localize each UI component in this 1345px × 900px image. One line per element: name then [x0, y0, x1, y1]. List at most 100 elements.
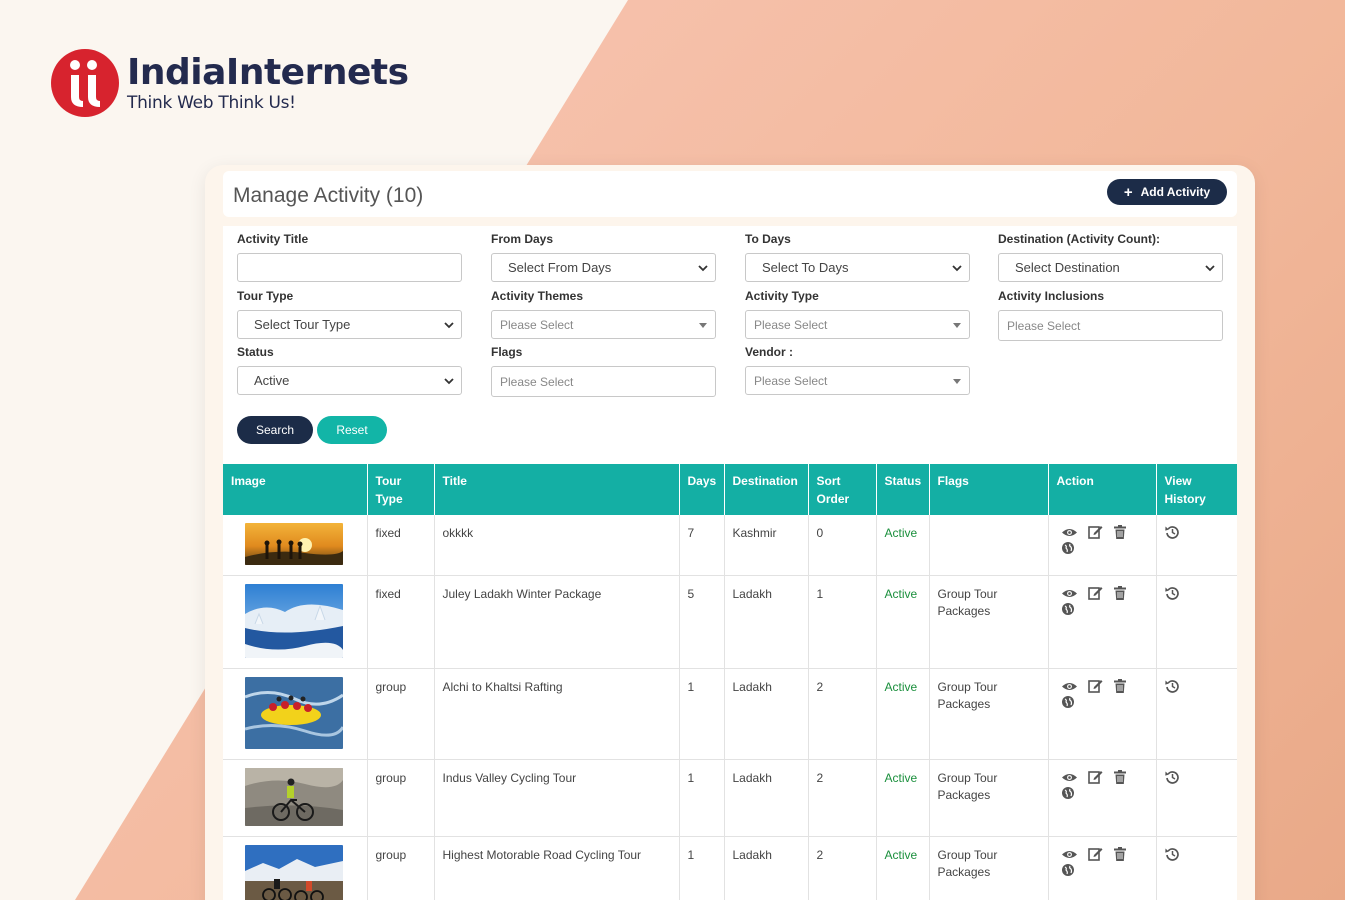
destination-field: Destination (Activity Count): Select Des…	[998, 232, 1223, 282]
table-header-row: Image Tour Type Title Days Destination S…	[223, 464, 1237, 515]
table-row: group Highest Motorable Road Cycling Tou…	[223, 836, 1237, 900]
activity-title-input[interactable]	[237, 253, 462, 282]
caret-down-icon	[953, 323, 961, 328]
search-button[interactable]: Search	[237, 416, 313, 444]
to-days-value: Select To Days	[762, 260, 849, 275]
activity-themes-field: Activity Themes Please Select	[491, 289, 716, 339]
chevron-down-icon	[698, 265, 708, 272]
activity-themes-select[interactable]: Please Select	[491, 310, 716, 339]
filter-form: Activity Title From Days Select From Day…	[223, 226, 1237, 466]
history-icon[interactable]	[1164, 847, 1180, 861]
action-cell	[1048, 836, 1157, 900]
image-cell	[223, 515, 368, 576]
title-cell: Juley Ladakh Winter Package	[434, 575, 680, 669]
destination-value: Select Destination	[1015, 260, 1120, 275]
activity-table: Image Tour Type Title Days Destination S…	[223, 464, 1237, 900]
globe-icon[interactable]	[1061, 603, 1074, 615]
activity-thumbnail[interactable]	[245, 584, 343, 658]
brand-logo: IndiaInternets Think Web Think Us!	[51, 49, 409, 117]
tour-type-cell: group	[367, 759, 435, 837]
destination-cell: Ladakh	[724, 836, 809, 900]
status-value: Active	[254, 373, 290, 388]
activity-thumbnail[interactable]	[245, 768, 343, 826]
from-days-select[interactable]: Select From Days	[491, 253, 716, 282]
history-cell	[1156, 575, 1237, 669]
to-days-select[interactable]: Select To Days	[745, 253, 970, 282]
activity-inclusions-input[interactable]: Please Select	[998, 310, 1223, 341]
activity-inclusions-placeholder: Please Select	[1007, 318, 1081, 333]
column-header[interactable]: Action	[1048, 464, 1157, 515]
globe-icon[interactable]	[1061, 787, 1074, 799]
status-cell: Active	[876, 759, 930, 837]
activity-type-select[interactable]: Please Select	[745, 310, 970, 339]
history-icon[interactable]	[1164, 770, 1180, 784]
action-cell	[1048, 759, 1157, 837]
caret-down-icon	[699, 323, 707, 328]
tour-type-select[interactable]: Select Tour Type	[237, 310, 462, 339]
table-row: group Indus Valley Cycling Tour 1 Ladakh…	[223, 759, 1237, 837]
history-cell	[1156, 836, 1237, 900]
status-cell: Active	[876, 836, 930, 900]
trash-icon[interactable]	[1113, 525, 1126, 539]
activity-thumbnail[interactable]	[245, 677, 343, 749]
history-icon[interactable]	[1164, 679, 1180, 693]
image-cell	[223, 759, 368, 837]
activity-themes-label: Activity Themes	[491, 289, 584, 303]
globe-icon[interactable]	[1061, 542, 1074, 554]
eye-icon[interactable]	[1061, 849, 1077, 860]
activity-type-label: Activity Type	[745, 289, 819, 303]
globe-icon[interactable]	[1061, 696, 1074, 708]
globe-icon[interactable]	[1061, 864, 1074, 876]
edit-icon[interactable]	[1087, 847, 1103, 861]
edit-icon[interactable]	[1087, 586, 1103, 600]
edit-icon[interactable]	[1087, 525, 1103, 539]
eye-icon[interactable]	[1061, 681, 1077, 692]
column-header[interactable]: Destination	[724, 464, 809, 515]
edit-icon[interactable]	[1087, 770, 1103, 784]
flags-label: Flags	[491, 345, 523, 359]
column-header[interactable]: Title	[434, 464, 680, 515]
destination-select[interactable]: Select Destination	[998, 253, 1223, 282]
page-header: Manage Activity (10) + Add Activity	[223, 171, 1237, 217]
activity-title-field: Activity Title	[237, 232, 462, 282]
column-header[interactable]: Image	[223, 464, 368, 515]
status-label: Status	[237, 345, 274, 359]
destination-cell: Kashmir	[724, 515, 809, 576]
plus-icon: +	[1123, 183, 1133, 201]
column-header[interactable]: Sort Order	[808, 464, 877, 515]
tour-type-value: Select Tour Type	[254, 317, 351, 332]
eye-icon[interactable]	[1061, 772, 1077, 783]
add-activity-label: Add Activity	[1140, 185, 1211, 199]
title-cell: Indus Valley Cycling Tour	[434, 759, 680, 837]
sort-order-cell: 2	[808, 759, 877, 837]
history-icon[interactable]	[1164, 525, 1180, 539]
add-activity-button[interactable]: + Add Activity	[1107, 179, 1227, 205]
activity-thumbnail[interactable]	[245, 523, 343, 565]
trash-icon[interactable]	[1113, 679, 1126, 693]
history-icon[interactable]	[1164, 586, 1180, 600]
trash-icon[interactable]	[1113, 770, 1126, 784]
reset-button[interactable]: Reset	[317, 416, 387, 444]
activity-thumbnail[interactable]	[245, 845, 343, 900]
status-select[interactable]: Active	[237, 366, 462, 395]
eye-icon[interactable]	[1061, 527, 1077, 538]
column-header[interactable]: Days	[679, 464, 725, 515]
flags-cell: Group Tour Packages	[929, 575, 1049, 669]
brand-name: IndiaInternets	[127, 52, 409, 93]
column-header[interactable]: Status	[876, 464, 930, 515]
edit-icon[interactable]	[1087, 679, 1103, 693]
sort-order-cell: 2	[808, 836, 877, 900]
page-title: Manage Activity (10)	[233, 184, 424, 207]
trash-icon[interactable]	[1113, 586, 1126, 600]
column-header[interactable]: Tour Type	[367, 464, 435, 515]
vendor-select[interactable]: Please Select	[745, 366, 970, 395]
column-header[interactable]: View History	[1156, 464, 1237, 515]
trash-icon[interactable]	[1113, 847, 1126, 861]
sort-order-cell: 2	[808, 668, 877, 760]
flags-input[interactable]: Please Select	[491, 366, 716, 397]
column-header[interactable]: Flags	[929, 464, 1049, 515]
history-cell	[1156, 668, 1237, 760]
action-cell	[1048, 668, 1157, 760]
days-cell: 1	[679, 836, 725, 900]
eye-icon[interactable]	[1061, 588, 1077, 599]
